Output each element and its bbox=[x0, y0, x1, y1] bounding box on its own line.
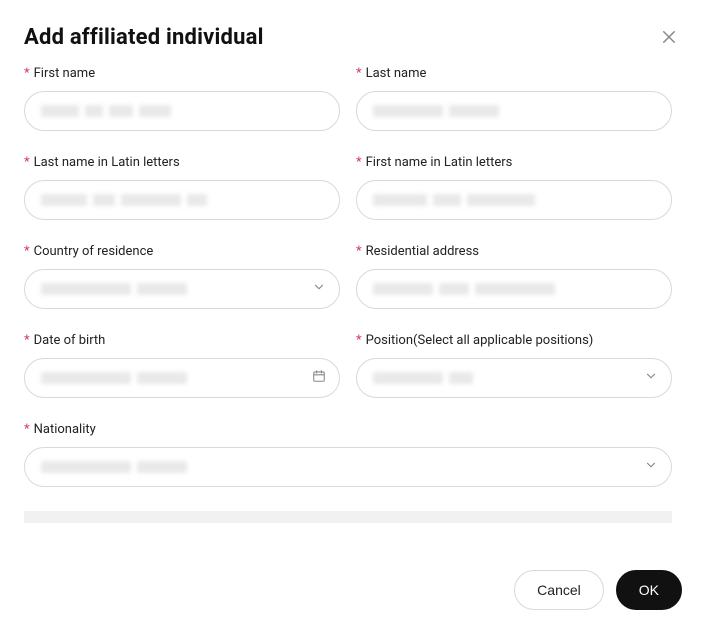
modal-header: Add affiliated individual bbox=[24, 24, 682, 50]
add-affiliated-individual-modal: Add affiliated individual * First name * L… bbox=[0, 0, 706, 632]
field-last-name-latin: * Last name in Latin letters bbox=[24, 155, 340, 220]
chevron-down-icon bbox=[644, 458, 658, 476]
last-name-latin-input[interactable] bbox=[24, 180, 340, 220]
nationality-select[interactable] bbox=[24, 447, 672, 487]
required-mark: * bbox=[24, 422, 30, 437]
field-last-name: * Last name bbox=[356, 66, 672, 131]
required-mark: * bbox=[24, 333, 30, 348]
field-date-of-birth: * Date of birth bbox=[24, 333, 340, 398]
calendar-icon bbox=[312, 369, 326, 387]
close-icon bbox=[660, 28, 678, 46]
required-mark: * bbox=[356, 333, 362, 348]
field-first-name: * First name bbox=[24, 66, 340, 131]
chevron-down-icon bbox=[312, 280, 326, 298]
ok-button[interactable]: OK bbox=[616, 570, 682, 610]
required-mark: * bbox=[356, 66, 362, 81]
cancel-button[interactable]: Cancel bbox=[514, 570, 604, 610]
modal-footer: Cancel OK bbox=[514, 570, 682, 610]
residential-address-label: * Residential address bbox=[356, 244, 672, 259]
required-mark: * bbox=[356, 244, 362, 259]
position-select[interactable] bbox=[356, 358, 672, 398]
required-mark: * bbox=[356, 155, 362, 170]
last-name-latin-label: * Last name in Latin letters bbox=[24, 155, 340, 170]
form-scroll-area[interactable]: * First name * Last name * Last name in Lat… bbox=[24, 66, 682, 552]
required-mark: * bbox=[24, 244, 30, 259]
label-text: Residential address bbox=[366, 244, 479, 259]
label-text: Last name in Latin letters bbox=[34, 155, 180, 170]
residential-address-input[interactable] bbox=[356, 269, 672, 309]
last-name-label: * Last name bbox=[356, 66, 672, 81]
first-name-latin-input[interactable] bbox=[356, 180, 672, 220]
chevron-down-icon bbox=[644, 369, 658, 387]
date-of-birth-label: * Date of birth bbox=[24, 333, 340, 348]
label-text: Nationality bbox=[34, 422, 96, 437]
label-text: Country of residence bbox=[34, 244, 154, 259]
field-nationality: * Nationality bbox=[24, 422, 672, 487]
close-button[interactable] bbox=[656, 24, 682, 50]
field-first-name-latin: * First name in Latin letters bbox=[356, 155, 672, 220]
last-name-input[interactable] bbox=[356, 91, 672, 131]
field-residential-address: * Residential address bbox=[356, 244, 672, 309]
first-name-input[interactable] bbox=[24, 91, 340, 131]
first-name-label: * First name bbox=[24, 66, 340, 81]
country-of-residence-select[interactable] bbox=[24, 269, 340, 309]
required-mark: * bbox=[24, 66, 30, 81]
field-position: * Position(Select all applicable position… bbox=[356, 333, 672, 398]
label-text: Last name bbox=[366, 66, 427, 81]
modal-title: Add affiliated individual bbox=[24, 25, 264, 50]
date-of-birth-picker[interactable] bbox=[24, 358, 340, 398]
required-mark: * bbox=[24, 155, 30, 170]
label-text: First name in Latin letters bbox=[366, 155, 513, 170]
label-text: Position(Select all applicable positions… bbox=[366, 333, 594, 348]
label-text: First name bbox=[34, 66, 95, 81]
field-country-of-residence: * Country of residence bbox=[24, 244, 340, 309]
label-text: Date of birth bbox=[34, 333, 106, 348]
first-name-latin-label: * First name in Latin letters bbox=[356, 155, 672, 170]
country-of-residence-label: * Country of residence bbox=[24, 244, 340, 259]
nationality-label: * Nationality bbox=[24, 422, 672, 437]
position-label: * Position(Select all applicable position… bbox=[356, 333, 672, 348]
section-divider bbox=[24, 511, 672, 523]
